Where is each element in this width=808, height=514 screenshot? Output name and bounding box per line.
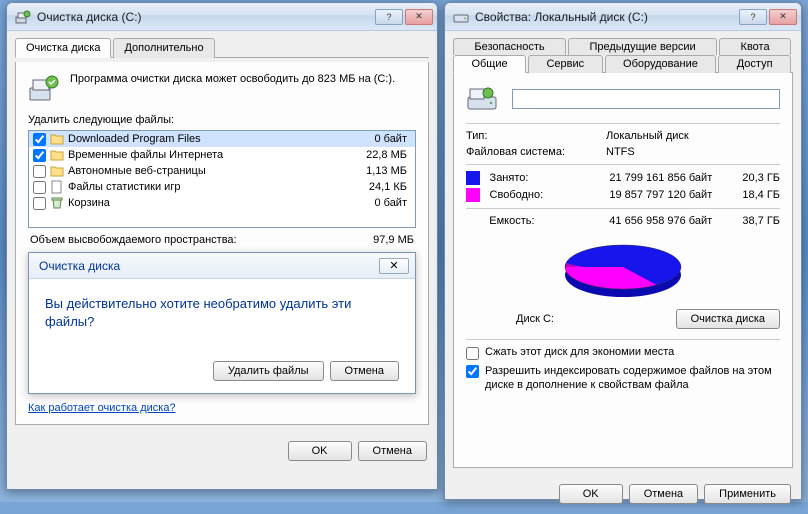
file-row[interactable]: Автономные веб-страницы 1,13 МБ — [29, 163, 415, 179]
index-label: Разрешить индексировать содержимое файло… — [485, 364, 780, 393]
file-row[interactable]: Корзина 0 байт — [29, 195, 415, 211]
free-bytes: 19 857 797 120 байт — [577, 189, 713, 201]
file-size: 0 байт — [341, 197, 411, 209]
index-checkbox[interactable] — [466, 365, 479, 378]
folder-icon — [50, 148, 64, 162]
ok-button[interactable]: OK — [559, 484, 623, 504]
file-size: 0 байт — [341, 133, 411, 145]
disk-label: Диск C: — [466, 313, 554, 325]
compress-checkbox[interactable] — [466, 347, 479, 360]
confirm-titlebar[interactable]: Очистка диска ✕ — [29, 253, 415, 279]
total-label: Объем высвобождаемого пространства: — [30, 234, 237, 246]
file-size: 22,8 МБ — [341, 149, 411, 161]
type-label: Тип: — [466, 130, 606, 142]
file-name: Временные файлы Интернета — [68, 149, 341, 161]
cleanup-button[interactable]: Очистка диска — [676, 309, 780, 329]
cancel-button[interactable]: Отмена — [629, 484, 698, 504]
capacity-gb: 38,7 ГБ — [712, 215, 780, 227]
file-list[interactable]: Downloaded Program Files 0 байт Временны… — [28, 130, 416, 228]
drive-icon — [453, 9, 469, 25]
fs-label: Файловая система: — [466, 146, 606, 158]
drive-cleanup-icon — [28, 72, 60, 104]
file-size: 1,13 МБ — [341, 165, 411, 177]
file-name: Автономные веб-страницы — [68, 165, 341, 177]
volume-name-input[interactable] — [512, 89, 780, 109]
drive-large-icon — [466, 83, 498, 115]
disk-cleanup-icon — [15, 9, 31, 25]
confirm-text: Вы действительно хотите необратимо удали… — [45, 295, 399, 331]
fs-value: NTFS — [606, 146, 780, 158]
file-name: Корзина — [68, 197, 341, 209]
file-row[interactable]: Downloaded Program Files 0 байт — [29, 131, 415, 147]
tab-quota[interactable]: Квота — [719, 38, 791, 55]
tab-cleanup[interactable]: Очистка диска — [15, 38, 111, 58]
used-bytes: 21 799 161 856 байт — [577, 172, 713, 184]
used-swatch — [466, 171, 480, 185]
folder-icon — [50, 132, 64, 146]
recycle-icon — [50, 196, 64, 210]
folder-icon — [50, 164, 64, 178]
free-label: Свободно: — [490, 189, 577, 201]
used-gb: 20,3 ГБ — [712, 172, 780, 184]
free-swatch — [466, 188, 480, 202]
tab-prev-versions[interactable]: Предыдущие версии — [568, 38, 717, 55]
close-button[interactable]: ✕ — [769, 9, 797, 25]
free-gb: 18,4 ГБ — [712, 189, 780, 201]
general-panel: Тип:Локальный диск Файловая система:NTFS… — [453, 72, 793, 468]
tabs: Очистка диска Дополнительно — [15, 37, 429, 58]
info-text: Программа очистки диска может освободить… — [70, 72, 395, 87]
help-link[interactable]: Как работает очистка диска? — [28, 402, 176, 414]
titlebar[interactable]: Свойства: Локальный диск (C:) ? ✕ — [445, 3, 801, 31]
help-button[interactable]: ? — [739, 9, 767, 25]
file-size: 24,1 КБ — [341, 181, 411, 193]
delete-files-button[interactable]: Удалить файлы — [213, 361, 324, 381]
file-checkbox[interactable] — [33, 149, 46, 162]
tab-hardware[interactable]: Оборудование — [605, 55, 717, 73]
cancel-button[interactable]: Отмена — [358, 441, 427, 461]
type-value: Локальный диск — [606, 130, 780, 142]
tabs-row1: Безопасность Предыдущие версии Квота — [453, 37, 793, 54]
file-checkbox[interactable] — [33, 197, 46, 210]
confirm-cancel-button[interactable]: Отмена — [330, 361, 399, 381]
file-name: Файлы статистики игр — [68, 181, 341, 193]
file-icon — [50, 180, 64, 194]
used-label: Занято: — [490, 172, 577, 184]
disk-usage-pie — [553, 235, 693, 305]
confirm-close-button[interactable]: ✕ — [379, 258, 409, 274]
total-value: 97,9 МБ — [373, 234, 414, 246]
confirm-dialog: Очистка диска ✕ Вы действительно хотите … — [28, 252, 416, 394]
capacity-label: Емкость: — [489, 215, 576, 227]
tab-service[interactable]: Сервис — [528, 55, 603, 73]
file-checkbox[interactable] — [33, 165, 46, 178]
tab-advanced[interactable]: Дополнительно — [113, 38, 214, 58]
ok-button[interactable]: OK — [288, 441, 352, 461]
apply-button[interactable]: Применить — [704, 484, 791, 504]
tab-security[interactable]: Безопасность — [453, 38, 566, 55]
confirm-title: Очистка диска — [39, 259, 120, 273]
close-button[interactable]: ✕ — [405, 9, 433, 25]
disk-properties-window: Свойства: Локальный диск (C:) ? ✕ Безопа… — [444, 2, 802, 500]
tab-panel-cleanup: Программа очистки диска может освободить… — [15, 62, 429, 425]
file-row[interactable]: Временные файлы Интернета 22,8 МБ — [29, 147, 415, 163]
delete-files-label: Удалить следующие файлы: — [28, 114, 416, 126]
tab-general[interactable]: Общие — [453, 55, 526, 73]
file-checkbox[interactable] — [33, 133, 46, 146]
help-button[interactable]: ? — [375, 9, 403, 25]
tab-sharing[interactable]: Доступ — [718, 55, 791, 73]
window-title: Очистка диска (C:) — [37, 10, 375, 24]
file-checkbox[interactable] — [33, 181, 46, 194]
file-name: Downloaded Program Files — [68, 133, 341, 145]
disk-cleanup-window: Очистка диска (C:) ? ✕ Очистка диска Доп… — [6, 2, 438, 490]
window-title: Свойства: Локальный диск (C:) — [475, 10, 739, 24]
compress-label: Сжать этот диск для экономии места — [485, 346, 674, 358]
tabs-row2: Общие Сервис Оборудование Доступ — [453, 54, 793, 72]
capacity-bytes: 41 656 958 976 байт — [576, 215, 712, 227]
file-row[interactable]: Файлы статистики игр 24,1 КБ — [29, 179, 415, 195]
titlebar[interactable]: Очистка диска (C:) ? ✕ — [7, 3, 437, 31]
